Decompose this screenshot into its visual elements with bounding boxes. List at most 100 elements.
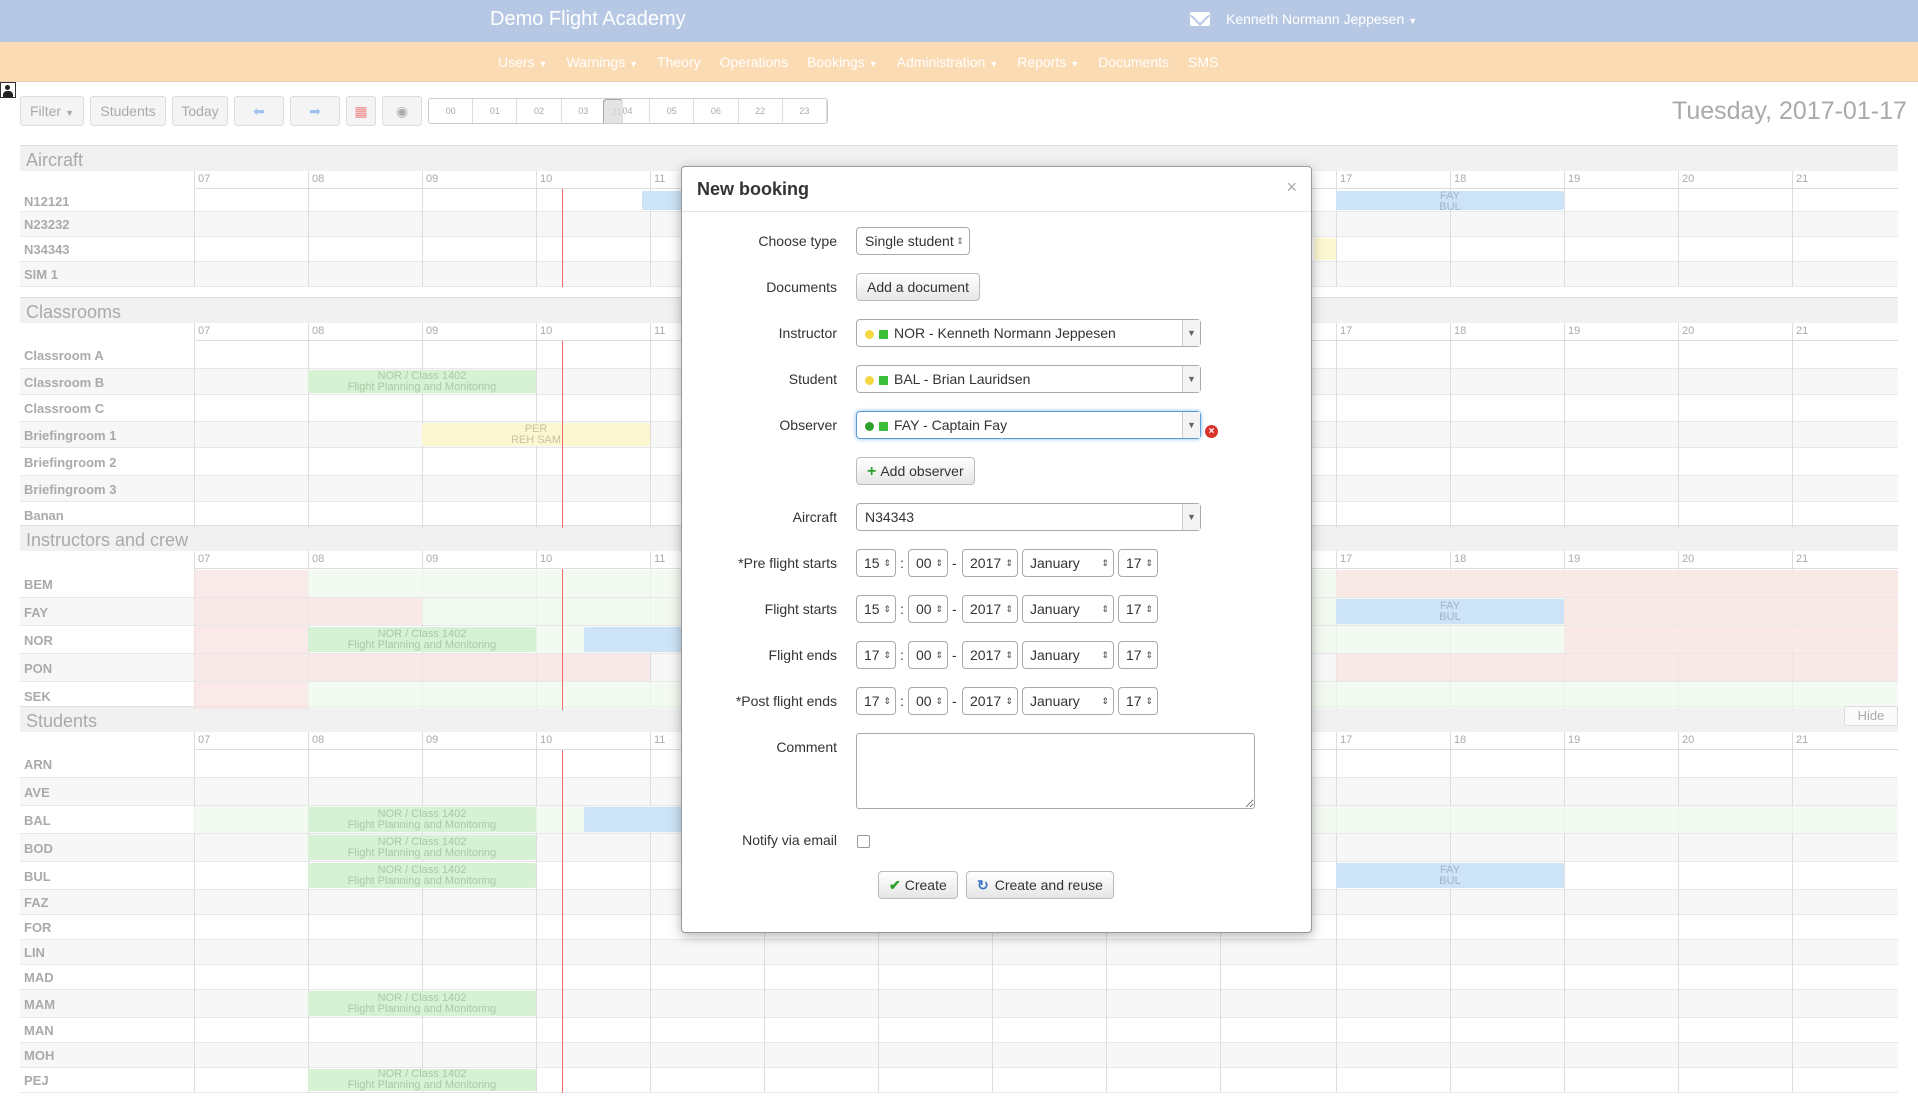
students-button[interactable]: Students: [90, 96, 166, 126]
time-mo-spinner[interactable]: January ⇕: [1022, 641, 1114, 669]
booking-block[interactable]: NOR / Class 1402 Flight Planning and Moni…: [308, 991, 536, 1016]
hour-cell[interactable]: 00: [429, 99, 474, 123]
time-y-spinner[interactable]: 2017 ⇕: [962, 687, 1018, 715]
booking-block[interactable]: NOR / Class 1402 Flight Planning and Moni…: [308, 807, 536, 832]
time-d-spinner[interactable]: 17 ⇕: [1118, 687, 1158, 715]
booking-block[interactable]: FAY BUL: [1336, 191, 1564, 213]
observer-label: Observer: [779, 417, 837, 433]
time-m-spinner[interactable]: 00 ⇕: [908, 641, 948, 669]
spinner-arrows-icon: ⇕: [1005, 696, 1013, 706]
person-icon[interactable]: [0, 82, 16, 98]
time-h-spinner[interactable]: 15 ⇕: [856, 595, 896, 623]
notify-email-checkbox[interactable]: [857, 835, 870, 848]
hour-cell[interactable]: 21: [603, 99, 624, 123]
hour-range-selector[interactable]: 0001020304050607080910111213141516171819…: [428, 98, 828, 124]
time-h-spinner[interactable]: 15 ⇕: [856, 549, 896, 577]
booking-block[interactable]: NOR / Class 1402 Flight Planning and Moni…: [308, 370, 536, 393]
time-y-spinner[interactable]: 2017 ⇕: [962, 549, 1018, 577]
booking-block[interactable]: NOR / Class 1402 Flight Planning and Moni…: [308, 835, 536, 860]
arrow-right-icon[interactable]: ➡: [290, 96, 340, 126]
hour-cell[interactable]: 23: [783, 99, 827, 123]
menu-item-theory[interactable]: Theory: [657, 54, 701, 70]
time-y-spinner[interactable]: 2017 ⇕: [962, 641, 1018, 669]
status-square-icon: [879, 330, 888, 339]
booking-block[interactable]: [1314, 238, 1336, 260]
menu-item-documents[interactable]: Documents: [1098, 54, 1169, 70]
grid-line: [1678, 323, 1679, 528]
schedule-row[interactable]: MOH: [20, 1043, 1898, 1068]
time-m-spinner[interactable]: 00 ⇕: [908, 549, 948, 577]
row-label: N34343: [24, 242, 70, 257]
hour-cell[interactable]: 06: [694, 99, 739, 123]
comment-textarea[interactable]: [856, 733, 1255, 809]
row-label: FOR: [24, 920, 52, 935]
hour-label: 08: [312, 173, 325, 185]
time-y-spinner[interactable]: 2017 ⇕: [962, 595, 1018, 623]
time-h-spinner[interactable]: 17 ⇕: [856, 641, 896, 669]
menu-item-administration[interactable]: Administration ▼: [897, 54, 999, 70]
time-h-spinner[interactable]: 17 ⇕: [856, 687, 896, 715]
mail-icon[interactable]: [1190, 12, 1210, 26]
instructor-select[interactable]: NOR - Kenneth Normann Jeppesen ▼: [856, 319, 1201, 347]
booking-block[interactable]: FAY BUL: [1336, 863, 1564, 888]
booking-line: Flight Planning and Monitoring: [347, 1002, 497, 1015]
row-label: Briefingroom 2: [24, 455, 117, 470]
hour-cell[interactable]: 03: [562, 99, 606, 123]
hour-cell[interactable]: 22: [739, 99, 783, 123]
hour-cell[interactable]: 05: [650, 99, 695, 123]
menu-item-reports[interactable]: Reports ▼: [1017, 54, 1079, 70]
booking-line: Flight Planning and Monitoring: [347, 874, 497, 887]
student-select[interactable]: BAL - Brian Lauridsen ▼: [856, 365, 1201, 393]
schedule-row[interactable]: LIN: [20, 940, 1898, 965]
time-m-spinner[interactable]: 00 ⇕: [908, 687, 948, 715]
menu-item-sms[interactable]: SMS: [1188, 54, 1218, 70]
time-d-spinner[interactable]: 17 ⇕: [1118, 595, 1158, 623]
hour-cell[interactable]: 01: [473, 99, 518, 123]
row-label: BOD: [24, 840, 53, 856]
schedule-row[interactable]: MAD: [20, 965, 1898, 990]
grid-line: [194, 323, 195, 528]
section-title: Instructors and crew: [26, 530, 189, 550]
time-d-spinner[interactable]: 17 ⇕: [1118, 549, 1158, 577]
booking-block[interactable]: NOR / Class 1402 Flight Planning and Moni…: [308, 1069, 536, 1091]
time-m-spinner[interactable]: 00 ⇕: [908, 595, 948, 623]
time-mo-spinner[interactable]: January ⇕: [1022, 595, 1114, 623]
grid-line: [1450, 323, 1451, 528]
menu-item-warnings[interactable]: Warnings ▼: [566, 54, 638, 70]
add-document-button[interactable]: Add a document: [856, 273, 980, 301]
booking-block[interactable]: NOR / Class 1402 Flight Planning and Moni…: [308, 627, 536, 652]
booking-block[interactable]: NOR / Class 1402 Flight Planning and Moni…: [308, 863, 536, 888]
schedule-row[interactable]: MAM: [20, 990, 1898, 1018]
row-label: BAL: [24, 812, 51, 828]
schedule-row[interactable]: PEJ: [20, 1068, 1898, 1093]
create-button[interactable]: ✔ Create: [878, 871, 958, 899]
menu-item-operations[interactable]: Operations: [720, 54, 788, 70]
time-mo-spinner[interactable]: January ⇕: [1022, 549, 1114, 577]
hide-students-button[interactable]: Hide: [1844, 706, 1898, 726]
row-label: Briefingroom 1: [24, 427, 117, 443]
schedule-row[interactable]: MAN: [20, 1018, 1898, 1043]
brand-title[interactable]: Demo Flight Academy: [490, 8, 686, 31]
time-d-spinner[interactable]: 17 ⇕: [1118, 641, 1158, 669]
type-select[interactable]: Single student ⇕: [856, 227, 970, 255]
time-mo-spinner[interactable]: January ⇕: [1022, 687, 1114, 715]
today-button[interactable]: Today: [172, 96, 228, 126]
hour-cell[interactable]: 02: [517, 99, 562, 123]
booking-block[interactable]: FAY BUL: [1336, 599, 1564, 624]
menu-item-users[interactable]: Users ▼: [498, 54, 547, 70]
hour-label: 17: [1340, 553, 1353, 565]
eye-icon[interactable]: ◉: [382, 96, 422, 126]
menu-item-bookings[interactable]: Bookings ▼: [807, 54, 878, 70]
remove-observer-icon[interactable]: ×: [1205, 425, 1218, 438]
close-icon[interactable]: ×: [1286, 177, 1297, 198]
user-menu[interactable]: Kenneth Normann Jeppesen ▼: [1226, 11, 1417, 27]
aircraft-select[interactable]: N34343 ▼: [856, 503, 1201, 531]
arrow-left-icon[interactable]: ⬅: [234, 96, 284, 126]
create-and-reuse-button[interactable]: ↻ Create and reuse: [966, 871, 1114, 899]
reuse-icon: ↻: [977, 877, 989, 893]
calendar-icon[interactable]: ▦: [346, 96, 376, 126]
add-observer-button[interactable]: + Add observer: [856, 457, 975, 485]
observer-select[interactable]: FAY - Captain Fay ▼: [856, 411, 1201, 439]
booking-block[interactable]: PER REH SAM: [422, 423, 650, 446]
filter-button[interactable]: Filter ▼: [20, 96, 84, 126]
